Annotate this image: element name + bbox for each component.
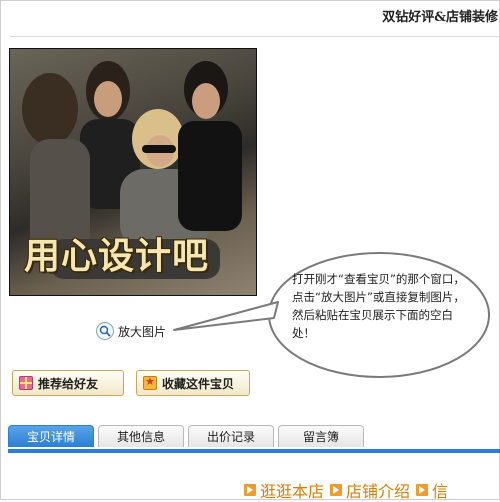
callout-pointer: [173, 301, 279, 331]
product-photo[interactable]: 用心设计吧: [9, 48, 257, 296]
detail-tabs: 宝贝详情 其他信息 出价记录 留言簿: [8, 423, 500, 453]
arrow-right-icon: [244, 484, 256, 496]
tab-bid-history[interactable]: 出价记录: [188, 425, 274, 447]
tab-guestbook[interactable]: 留言簿: [278, 425, 364, 447]
favorite-star-icon: [143, 375, 157, 390]
footer-link-partial[interactable]: 信: [416, 478, 448, 502]
arrow-right-icon: [330, 484, 343, 496]
zoom-label: 放大图片: [118, 324, 167, 339]
page-title: 双钻好评&店铺装修: [382, 10, 498, 25]
footer-link-store-intro[interactable]: 店铺介绍: [330, 478, 410, 502]
tab-other-info[interactable]: 其他信息: [98, 425, 184, 447]
footer-links: 逛逛本店 店铺介绍 信: [244, 478, 448, 502]
footer-link-label: 信: [432, 482, 449, 501]
footer-link-label: 店铺介绍: [346, 482, 411, 501]
callout-text: 打开刚才“查看宝贝”的那个窗口，点击“放大图片”或直接复制图片，然后粘贴在宝贝展…: [292, 272, 465, 340]
gift-icon: [19, 376, 33, 390]
favorite-label: 收藏这件宝贝: [162, 376, 235, 391]
tab-item-details[interactable]: 宝贝详情: [8, 425, 94, 447]
add-to-favorites-button[interactable]: 收藏这件宝贝: [136, 370, 250, 396]
footer-link-label: 逛逛本店: [260, 482, 325, 501]
header-divider: [10, 36, 500, 37]
footer-link-browse-store[interactable]: 逛逛本店: [244, 478, 324, 502]
recommend-to-friend-button[interactable]: 推荐给好友: [12, 370, 124, 396]
magnifier-icon: [96, 322, 114, 340]
instruction-callout: 打开刚才“查看宝贝”的那个窗口，点击“放大图片”或直接复制图片，然后粘贴在宝贝展…: [266, 250, 492, 380]
arrow-right-icon: [416, 484, 429, 496]
zoom-image-link[interactable]: 放大图片: [96, 322, 166, 340]
recommend-label: 推荐给好友: [38, 376, 99, 391]
overlay-text: 用心设计吧: [24, 235, 210, 277]
